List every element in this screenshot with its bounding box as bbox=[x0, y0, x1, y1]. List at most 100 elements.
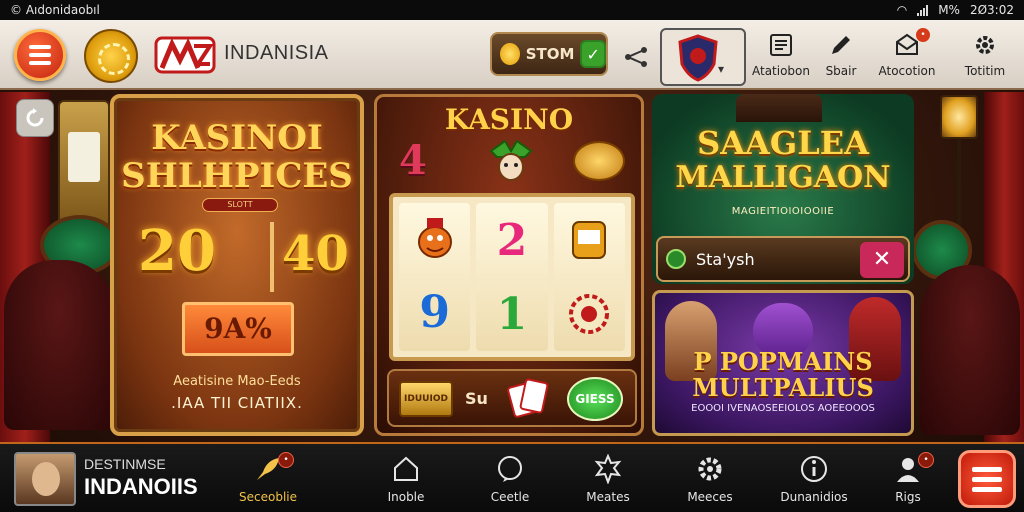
user-handle: INDANOIIS bbox=[84, 474, 198, 499]
promo-panel-popmains[interactable]: P POPMAINS MULTPALIUS EOOOI IVENAOSEEIOL… bbox=[652, 290, 914, 436]
nav-item-rigs[interactable]: • Rigs bbox=[866, 452, 950, 510]
notification-badge: • bbox=[918, 452, 934, 468]
status-dot-icon bbox=[666, 249, 686, 269]
spin-button[interactable]: GIESS bbox=[567, 377, 623, 421]
nav-label: Seceoblie bbox=[239, 490, 297, 504]
ribbon-label: SLOTT bbox=[202, 198, 278, 212]
promo-panel-kasinoi[interactable]: KASINOI SHLHPICES SLOTT 20 40 9A% Aeatis… bbox=[110, 94, 364, 436]
shield-button[interactable]: ▾ bbox=[660, 28, 746, 86]
reel-symbol: 9 bbox=[419, 286, 450, 338]
treasure-chest-button[interactable]: IDUUIOD bbox=[399, 381, 453, 417]
nav-label: Meates bbox=[586, 490, 630, 504]
brand-logo bbox=[154, 36, 216, 74]
nav-item-ceetle[interactable]: Ceetle bbox=[468, 454, 552, 510]
status-left-text: © Aıdonidaobıl bbox=[10, 3, 100, 17]
chair-left-decor bbox=[4, 260, 114, 430]
nav-label: Inoble bbox=[387, 490, 425, 504]
user-name: DESTINMSE bbox=[84, 456, 166, 472]
panel-title: KASINO bbox=[444, 103, 574, 136]
poker-chip-icon bbox=[569, 294, 610, 334]
bet-label: Su bbox=[465, 389, 488, 408]
divider bbox=[270, 222, 274, 292]
toolbar-mail-button[interactable]: • Atocotion bbox=[870, 28, 944, 86]
search-input[interactable]: Sta'ysh bbox=[696, 250, 755, 269]
coin-button[interactable] bbox=[84, 29, 138, 83]
app-window: © Aıdonidaobıl ◠ M% 2Ø3:02 INDANISIA STO… bbox=[0, 0, 1024, 512]
check-icon: ✓ bbox=[580, 40, 606, 68]
toolbar-settings-button[interactable]: Totitim bbox=[948, 32, 1022, 86]
jester-icon bbox=[489, 139, 533, 181]
nav-item-meeces[interactable]: Meeces bbox=[668, 454, 752, 510]
home-icon bbox=[394, 456, 418, 481]
sun-icon bbox=[500, 43, 520, 65]
bonus-number-2: 40 bbox=[282, 226, 349, 282]
chat-icon bbox=[498, 456, 522, 482]
panel-subtitle: MULTPALIUS bbox=[692, 373, 874, 402]
toolbar-label: Atocotion bbox=[878, 64, 936, 78]
nav-label: Ceetle bbox=[490, 490, 530, 504]
corner-number: 4 bbox=[399, 137, 427, 184]
refresh-button[interactable] bbox=[16, 99, 54, 137]
panel-caption: MAGIEITIOIOIOOIIE bbox=[731, 206, 835, 217]
reel-symbol: 2 bbox=[496, 214, 528, 266]
clock: 2Ø3:02 bbox=[969, 3, 1014, 17]
main-menu-button[interactable] bbox=[958, 450, 1016, 508]
storm-pill-button[interactable]: STOM ✓ bbox=[490, 32, 608, 76]
slot-panel-kasino[interactable]: KASINO 4 9 2 1 IDUUIOD Su GIESS bbox=[374, 94, 644, 436]
nav-item-seceoblie[interactable]: • Seceoblie bbox=[226, 452, 310, 510]
panel-title: SAAGLEA bbox=[697, 124, 869, 162]
coin-icon bbox=[573, 141, 625, 181]
slot-machine-icon bbox=[572, 221, 607, 259]
promo-panel-saaglea[interactable]: SAAGLEA MALLIGAON MAGIEITIOIOIOOIIE Sta'… bbox=[652, 94, 914, 284]
article-icon bbox=[770, 34, 792, 56]
slot-machine-decor bbox=[58, 100, 110, 230]
reel-2: 2 1 bbox=[476, 203, 548, 351]
signal-icon bbox=[917, 4, 929, 16]
chevron-down-icon: ▾ bbox=[717, 62, 724, 76]
chair-right-decor bbox=[920, 265, 1020, 435]
slot-controls: IDUUIOD Su GIESS bbox=[387, 369, 637, 427]
hamburger-menu-button[interactable] bbox=[14, 29, 66, 81]
nav-label: Meeces bbox=[687, 490, 733, 504]
percent-button[interactable]: 9A% bbox=[182, 302, 294, 356]
panel-subtitle: MALLIGAON bbox=[675, 160, 891, 195]
nav-label: Rigs bbox=[895, 490, 921, 504]
panel-title: KASINOI bbox=[151, 118, 323, 158]
storm-label: STOM bbox=[525, 45, 575, 63]
pen-icon bbox=[832, 36, 850, 54]
share-icon[interactable] bbox=[622, 46, 650, 68]
nav-item-inoble[interactable]: Inoble bbox=[364, 454, 448, 510]
lamp-decor bbox=[940, 95, 978, 139]
reel-symbol: 1 bbox=[496, 288, 528, 340]
notification-dot: • bbox=[916, 28, 930, 42]
panel-caption: EOOOI IVENAOSEEIOLOS AOEEOOOS bbox=[691, 403, 875, 414]
toolbar-pen-button[interactable]: Sbair bbox=[804, 32, 878, 86]
toolbar-label: Sbair bbox=[825, 64, 857, 78]
promo-line-1: Aeatisine Mao-Eeds bbox=[173, 374, 301, 389]
wifi-icon: ◠ bbox=[896, 3, 908, 17]
battery-level: M% bbox=[938, 3, 960, 17]
nav-item-meates[interactable]: Meates bbox=[566, 454, 650, 510]
status-right: ◠ M% 2Ø3:02 bbox=[897, 3, 1014, 17]
cartoon-character-icon bbox=[417, 218, 452, 259]
bottom-navigation: DESTINMSE INDANOIIS • Seceoblie Inoble C… bbox=[0, 442, 1024, 512]
slot-reels[interactable]: 9 2 1 bbox=[389, 193, 635, 361]
shield-icon bbox=[678, 34, 718, 82]
bonus-number-1: 20 bbox=[138, 218, 216, 284]
top-toolbar: INDANISIA STOM ✓ ▾ Atatiobon Sbair • Ato… bbox=[0, 20, 1024, 90]
badge-icon bbox=[594, 454, 622, 484]
nav-label: Dunanidios bbox=[780, 490, 848, 504]
status-bar: © Aıdonidaobıl ◠ M% 2Ø3:02 bbox=[0, 0, 1024, 20]
info-icon bbox=[801, 456, 827, 482]
cards-icon bbox=[507, 378, 549, 418]
search-bar[interactable]: Sta'ysh ✕ bbox=[656, 236, 910, 282]
refresh-icon bbox=[26, 108, 44, 127]
reel-3 bbox=[553, 203, 625, 351]
reel-1: 9 bbox=[399, 203, 471, 351]
panel-subtitle: SHLHPICES bbox=[121, 156, 353, 196]
close-button[interactable]: ✕ bbox=[860, 242, 904, 278]
roof-decor bbox=[736, 94, 822, 122]
nav-item-dunanidios[interactable]: Dunanidios bbox=[772, 454, 856, 510]
avatar[interactable] bbox=[14, 452, 76, 506]
gear-icon bbox=[976, 36, 994, 54]
